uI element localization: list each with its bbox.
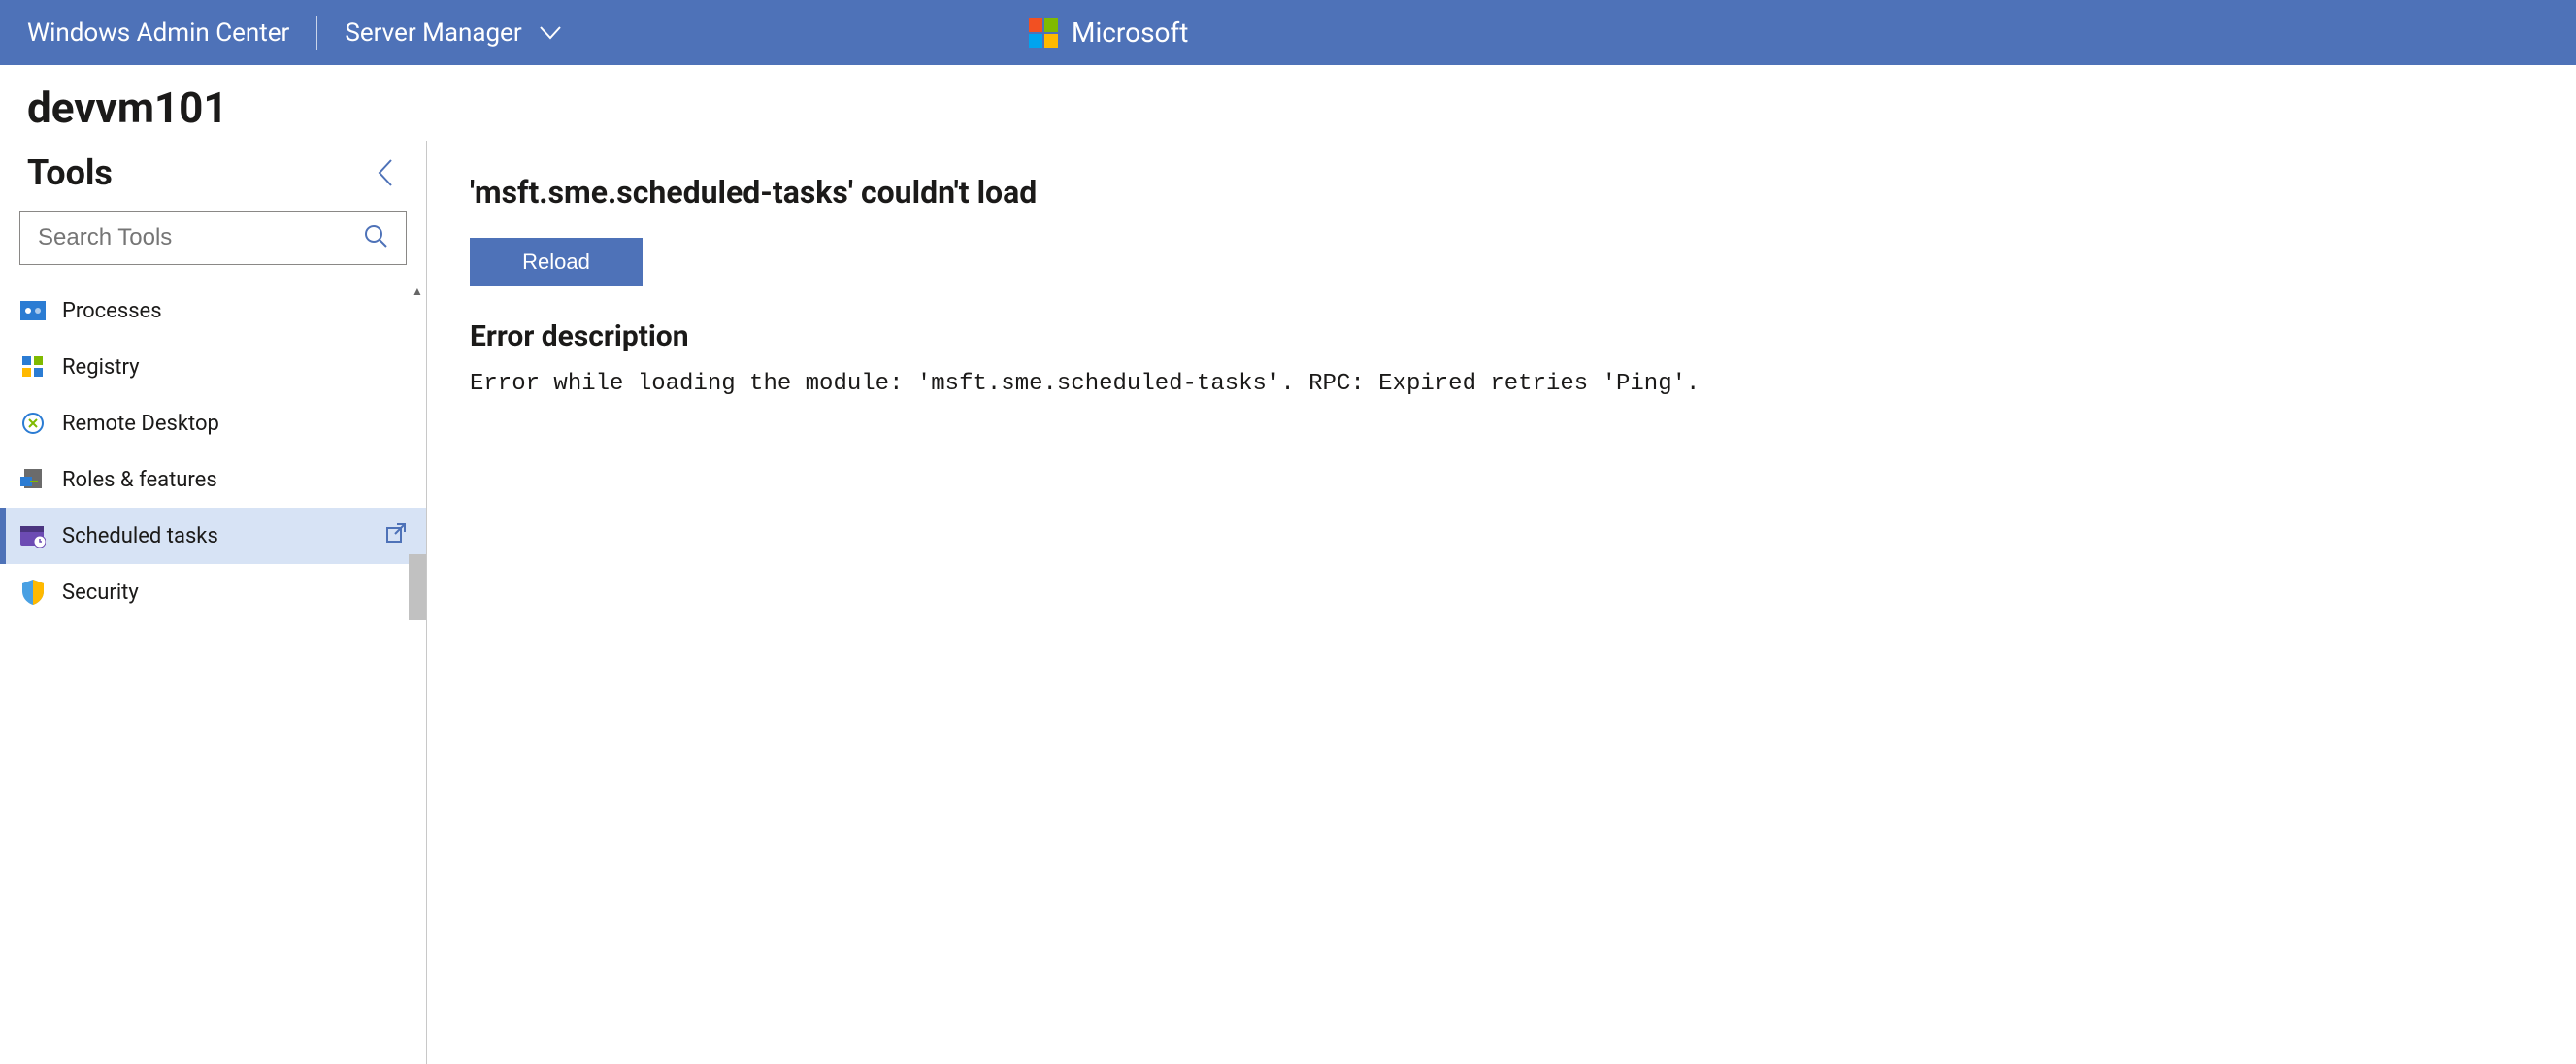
sidebar-item-registry[interactable]: Registry <box>0 339 426 395</box>
sidebar-item-scheduled-tasks[interactable]: Scheduled tasks <box>0 508 426 564</box>
collapse-sidebar-button[interactable] <box>368 155 403 190</box>
topbar: Windows Admin Center Server Manager Micr… <box>0 0 2576 65</box>
scroll-up-icon[interactable]: ▲ <box>409 283 426 300</box>
product-name[interactable]: Windows Admin Center <box>27 18 289 48</box>
error-title: 'msft.sme.scheduled-tasks' couldn't load <box>470 174 2533 211</box>
scheduled-tasks-icon <box>19 524 47 548</box>
chevron-left-icon <box>377 158 394 187</box>
body: Tools Processes <box>0 141 2576 1064</box>
sidebar-item-label: Remote Desktop <box>62 412 219 436</box>
search-icon <box>363 223 388 252</box>
error-description-body: Error while loading the module: 'msft.sm… <box>470 371 2533 397</box>
sidebar-item-remote-desktop[interactable]: Remote Desktop <box>0 395 426 451</box>
sidebar-item-label: Roles & features <box>62 468 217 492</box>
sidebar-item-security[interactable]: Security <box>0 564 426 620</box>
context-name: Server Manager <box>345 18 521 48</box>
microsoft-brand[interactable]: Microsoft <box>1029 0 1188 65</box>
sidebar-item-label: Scheduled tasks <box>62 524 218 549</box>
error-description-heading: Error description <box>470 319 2533 353</box>
main-content: 'msft.sme.scheduled-tasks' couldn't load… <box>427 141 2576 1064</box>
sidebar-item-label: Processes <box>62 299 162 323</box>
chevron-down-icon <box>540 26 561 40</box>
roles-features-icon <box>19 468 47 491</box>
topbar-divider <box>316 16 317 50</box>
scroll-thumb[interactable] <box>409 554 426 620</box>
sidebar-item-roles-features[interactable]: Roles & features <box>0 451 426 508</box>
microsoft-logo-icon <box>1029 18 1058 48</box>
processes-icon <box>19 299 47 322</box>
search-wrap <box>0 211 426 273</box>
sidebar: Tools Processes <box>0 141 427 1064</box>
tools-title: Tools <box>27 152 113 193</box>
tool-list: Processes Registry Remote Desktop <box>0 283 426 620</box>
search-input[interactable] <box>38 224 363 251</box>
remote-desktop-icon <box>19 412 47 435</box>
reload-button[interactable]: Reload <box>470 238 643 286</box>
search-box[interactable] <box>19 211 407 265</box>
sidebar-scrollbar[interactable]: ▲ <box>409 283 426 620</box>
page-title: devvm101 <box>0 65 2576 141</box>
tools-header: Tools <box>0 152 426 211</box>
context-switcher[interactable]: Server Manager <box>345 18 560 48</box>
sidebar-item-label: Registry <box>62 355 140 380</box>
sidebar-item-processes[interactable]: Processes <box>0 283 426 339</box>
microsoft-label: Microsoft <box>1072 17 1188 49</box>
sidebar-item-label: Security <box>62 581 139 605</box>
popout-icon[interactable] <box>385 522 407 549</box>
registry-icon <box>19 355 47 379</box>
security-icon <box>19 581 47 604</box>
